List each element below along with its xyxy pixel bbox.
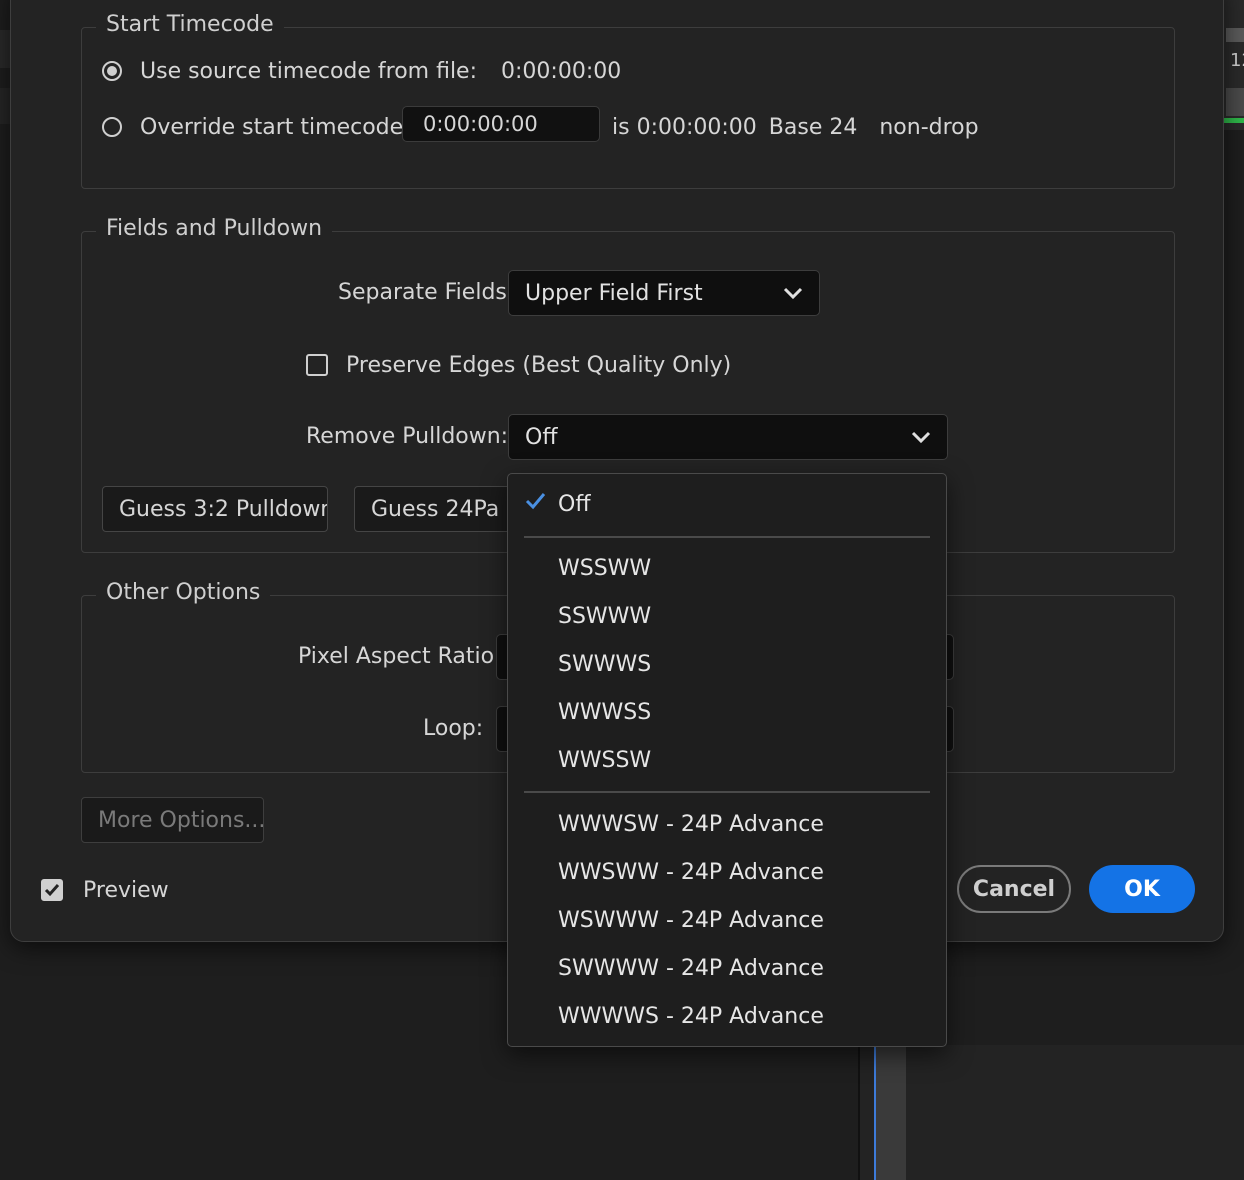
remove-pulldown-menu: Off WSSWW SSWWW SWWWS WWWSS WWSSW WWWSW … [507, 473, 947, 1047]
menu-item-wwwsw-24p[interactable]: WWWSW - 24P Advance [558, 812, 824, 837]
guess-32-pulldown-button[interactable]: Guess 3:2 Pulldown [102, 486, 328, 532]
fields-pulldown-legend: Fields and Pulldown [96, 216, 333, 241]
menu-item-swwws[interactable]: SWWWS [558, 652, 651, 677]
remove-pulldown-label: Remove Pulldown: [306, 424, 509, 449]
preserve-edges-row: Preserve Edges (Best Quality Only) [306, 350, 731, 380]
more-options-button[interactable]: More Options... [81, 797, 264, 843]
separate-fields-select[interactable]: Upper Field First [508, 270, 820, 316]
override-timecode-input[interactable]: 0:00:00:00 [402, 106, 600, 142]
override-radio[interactable] [102, 117, 122, 137]
background-timeline-panel [858, 1045, 1244, 1180]
use-source-label: Use source timecode from file: [140, 58, 478, 84]
background-number: 12 [1230, 50, 1244, 71]
start-timecode-legend: Start Timecode [96, 12, 284, 37]
background-timeline-strip: 12 [1224, 0, 1244, 130]
checkmark-icon [525, 493, 546, 510]
override-row: Override start timecode: [102, 112, 411, 142]
preserve-edges-label: Preserve Edges (Best Quality Only) [346, 352, 732, 378]
preview-checkbox[interactable] [41, 879, 63, 901]
preserve-edges-checkbox[interactable] [306, 354, 328, 376]
override-is-text: is 0:00:00:00 [612, 114, 757, 140]
background-green-indicator [1224, 118, 1244, 123]
menu-separator [524, 791, 930, 793]
checkmark-icon [44, 884, 60, 897]
preview-label: Preview [83, 877, 169, 903]
use-source-radio[interactable] [102, 61, 122, 81]
override-label: Override start timecode: [140, 114, 411, 140]
pixel-aspect-ratio-label: Pixel Aspect Ratio: [298, 644, 502, 669]
override-info: is 0:00:00:00 Base 24 non-drop [612, 112, 979, 142]
background-panel-edge [0, 30, 10, 68]
remove-pulldown-value: Off [525, 424, 558, 450]
background-bar [1226, 88, 1244, 116]
background-panel-edge [0, 88, 10, 124]
start-timecode-group: Start Timecode Use source timecode from … [81, 12, 1175, 189]
base-text: Base 24 [768, 114, 858, 140]
background-track [876, 1045, 906, 1180]
preview-row: Preview [41, 875, 169, 905]
background-playhead [874, 1045, 876, 1180]
menu-item-wwwss[interactable]: WWWSS [558, 700, 651, 725]
menu-item-sswww[interactable]: SSWWW [558, 604, 651, 629]
menu-item-wswww-24p[interactable]: WSWWW - 24P Advance [558, 908, 824, 933]
ok-button[interactable]: OK [1089, 865, 1195, 913]
menu-item-wssww[interactable]: WSSWW [558, 556, 651, 581]
menu-separator [524, 536, 930, 538]
use-source-row: Use source timecode from file: 0:00:00:0… [102, 56, 621, 86]
source-timecode-value: 0:00:00:00 [501, 58, 622, 84]
separate-fields-value: Upper Field First [525, 280, 703, 306]
menu-item-off[interactable]: Off [558, 492, 590, 517]
menu-item-wwssw[interactable]: WWSSW [558, 748, 651, 773]
menu-item-swwww-24p[interactable]: SWWWW - 24P Advance [558, 956, 824, 981]
remove-pulldown-select[interactable]: Off [508, 414, 948, 460]
loop-label: Loop: [423, 716, 484, 741]
background-tick [1226, 28, 1244, 42]
menu-item-wwsww-24p[interactable]: WWSWW - 24P Advance [558, 860, 824, 885]
other-options-legend: Other Options [96, 580, 271, 605]
drop-frame-text: non-drop [879, 114, 979, 140]
chevron-down-icon [783, 287, 803, 300]
chevron-down-icon [911, 431, 931, 444]
cancel-button[interactable]: Cancel [957, 865, 1071, 913]
separate-fields-label: Separate Fields: [338, 280, 515, 305]
menu-item-wwwws-24p[interactable]: WWWWS - 24P Advance [558, 1004, 824, 1029]
